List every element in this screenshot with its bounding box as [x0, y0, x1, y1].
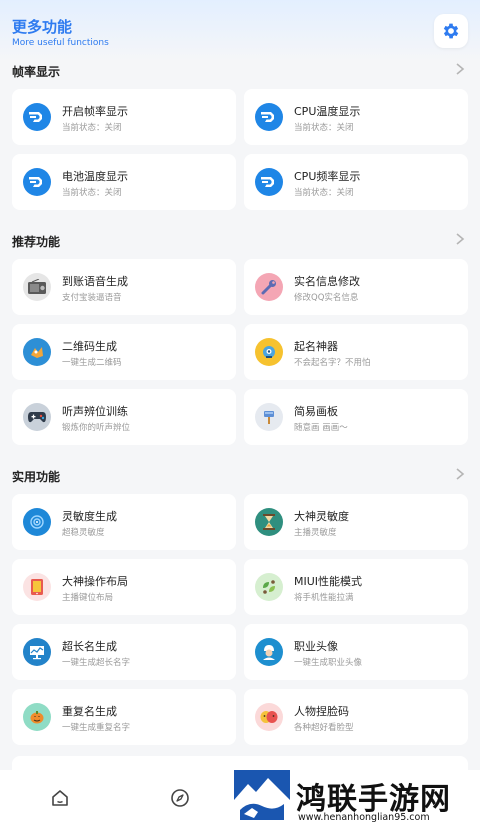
card-title: 电池温度显示: [62, 170, 128, 183]
card-title: 大神操作布局: [62, 575, 128, 588]
card-title: CPU频率显示: [294, 170, 361, 183]
card-subtitle: 主播灵敏度: [294, 528, 337, 538]
pumpkin-icon: [23, 703, 51, 731]
card-sensitivity-gen[interactable]: 灵敏度生成 超稳灵敏度: [12, 494, 236, 550]
card-subtitle: 一键生成二维码: [62, 358, 122, 368]
card-title: 起名神器: [294, 340, 338, 353]
section-header-recommended[interactable]: 推荐功能: [12, 230, 468, 250]
chevron-right-icon: [456, 63, 465, 75]
page-subtitle: More useful functions: [12, 38, 109, 48]
card-subtitle: 支付宝装逼语音: [62, 293, 122, 303]
card-qrcode[interactable]: 二维码生成 一键生成二维码: [12, 324, 236, 380]
dashboard-icon: [255, 168, 283, 196]
card-pro-layout[interactable]: 大神操作布局 主播键位布局: [12, 559, 236, 615]
gamepad-icon: [23, 403, 51, 431]
dashboard-icon: [23, 103, 51, 131]
hourglass-icon: [255, 508, 283, 536]
card-face-code[interactable]: 人物捏脸码 各种超好看脸型: [244, 689, 468, 745]
card-title: 听声辨位训练: [62, 405, 128, 418]
card-duplicate-name[interactable]: 重复名生成 一键生成重复名字: [12, 689, 236, 745]
card-subtitle: 不会起名字？不用怕: [294, 358, 371, 368]
dashboard-icon: [255, 103, 283, 131]
target-icon: [23, 508, 51, 536]
card-subtitle: 当前状态：关闭: [62, 188, 122, 198]
card-cpu-temp[interactable]: CPU温度显示 当前状态：关闭: [244, 89, 468, 145]
page-title: 更多功能: [12, 18, 73, 36]
section-header-utilities[interactable]: 实用功能: [12, 465, 468, 485]
chevron-right-icon: [456, 468, 465, 480]
card-pro-sensitivity[interactable]: 大神灵敏度 主播灵敏度: [244, 494, 468, 550]
card-subtitle: 当前状态：关闭: [294, 123, 354, 133]
card-title: 大神灵敏度: [294, 510, 349, 523]
gear-icon: [443, 23, 459, 39]
card-title: 实名信息修改: [294, 275, 360, 288]
tablet-icon: [23, 573, 51, 601]
chart-board-icon: [23, 638, 51, 666]
dashboard-icon: [23, 168, 51, 196]
card-title: 人物捏脸码: [294, 705, 349, 718]
brush-icon: [255, 403, 283, 431]
avatar-icon: [255, 638, 283, 666]
card-title: 灵敏度生成: [62, 510, 117, 523]
card-subtitle: 各种超好看脸型: [294, 723, 354, 733]
card-subtitle: 超稳灵敏度: [62, 528, 105, 538]
card-title: 超长名生成: [62, 640, 117, 653]
qrcode-icon: [23, 338, 51, 366]
card-realname-edit[interactable]: 实名信息修改 修改QQ实名信息: [244, 259, 468, 315]
home-icon[interactable]: [50, 788, 70, 808]
watermark-logo-icon: [234, 770, 290, 824]
section-header-fps[interactable]: 帧率显示: [12, 60, 468, 80]
card-subtitle: 修改QQ实名信息: [294, 293, 359, 303]
card-subtitle: 主播键位布局: [62, 593, 114, 603]
card-title: CPU温度显示: [294, 105, 361, 118]
card-subtitle: 锻炼你的听声辨位: [62, 423, 131, 433]
card-title: 到账语音生成: [62, 275, 128, 288]
card-naming-tool[interactable]: 起名神器 不会起名字？不用怕: [244, 324, 468, 380]
card-miui-performance[interactable]: MIUI性能模式 将手机性能拉满: [244, 559, 468, 615]
robot-icon: [255, 338, 283, 366]
card-title: MIUI性能模式: [294, 575, 363, 588]
section-title: 帧率显示: [12, 65, 61, 79]
watermark: 鸿联手游网 www.henanhonglian95.com: [232, 770, 480, 828]
card-subtitle: 一键生成重复名字: [62, 723, 131, 733]
card-subtitle: 一键生成职业头像: [294, 658, 363, 668]
wrench-icon: [255, 273, 283, 301]
card-subtitle: 当前状态：关闭: [62, 123, 122, 133]
card-drawing-board[interactable]: 简易画板 随意画 画画～: [244, 389, 468, 445]
watermark-url: www.henanhonglian95.com: [298, 812, 430, 823]
card-subtitle: 一键生成超长名字: [62, 658, 131, 668]
card-title: 开启帧率显示: [62, 105, 128, 118]
card-title: 重复名生成: [62, 705, 117, 718]
card-sound-training[interactable]: 听声辨位训练 锻炼你的听声辨位: [12, 389, 236, 445]
card-subtitle: 将手机性能拉满: [294, 593, 354, 603]
chevron-right-icon: [456, 233, 465, 245]
card-subtitle: 随意画 画画～: [294, 423, 348, 433]
mask-icon: [255, 703, 283, 731]
card-long-name[interactable]: 超长名生成 一键生成超长名字: [12, 624, 236, 680]
section-title: 推荐功能: [12, 235, 61, 249]
card-title: 二维码生成: [62, 340, 117, 353]
card-fps-display[interactable]: 开启帧率显示 当前状态：关闭: [12, 89, 236, 145]
card-battery-temp[interactable]: 电池温度显示 当前状态：关闭: [12, 154, 236, 210]
settings-button[interactable]: [434, 14, 468, 48]
section-title: 实用功能: [12, 470, 61, 484]
card-title: 职业头像: [294, 640, 338, 653]
card-title: 简易画板: [294, 405, 338, 418]
card-job-avatar[interactable]: 职业头像 一键生成职业头像: [244, 624, 468, 680]
leaf-icon: [255, 573, 283, 601]
card-cpu-freq[interactable]: CPU频率显示 当前状态：关闭: [244, 154, 468, 210]
radio-icon: [23, 273, 51, 301]
card-payment-voice[interactable]: 到账语音生成 支付宝装逼语音: [12, 259, 236, 315]
compass-icon[interactable]: [170, 788, 190, 808]
card-subtitle: 当前状态：关闭: [294, 188, 354, 198]
